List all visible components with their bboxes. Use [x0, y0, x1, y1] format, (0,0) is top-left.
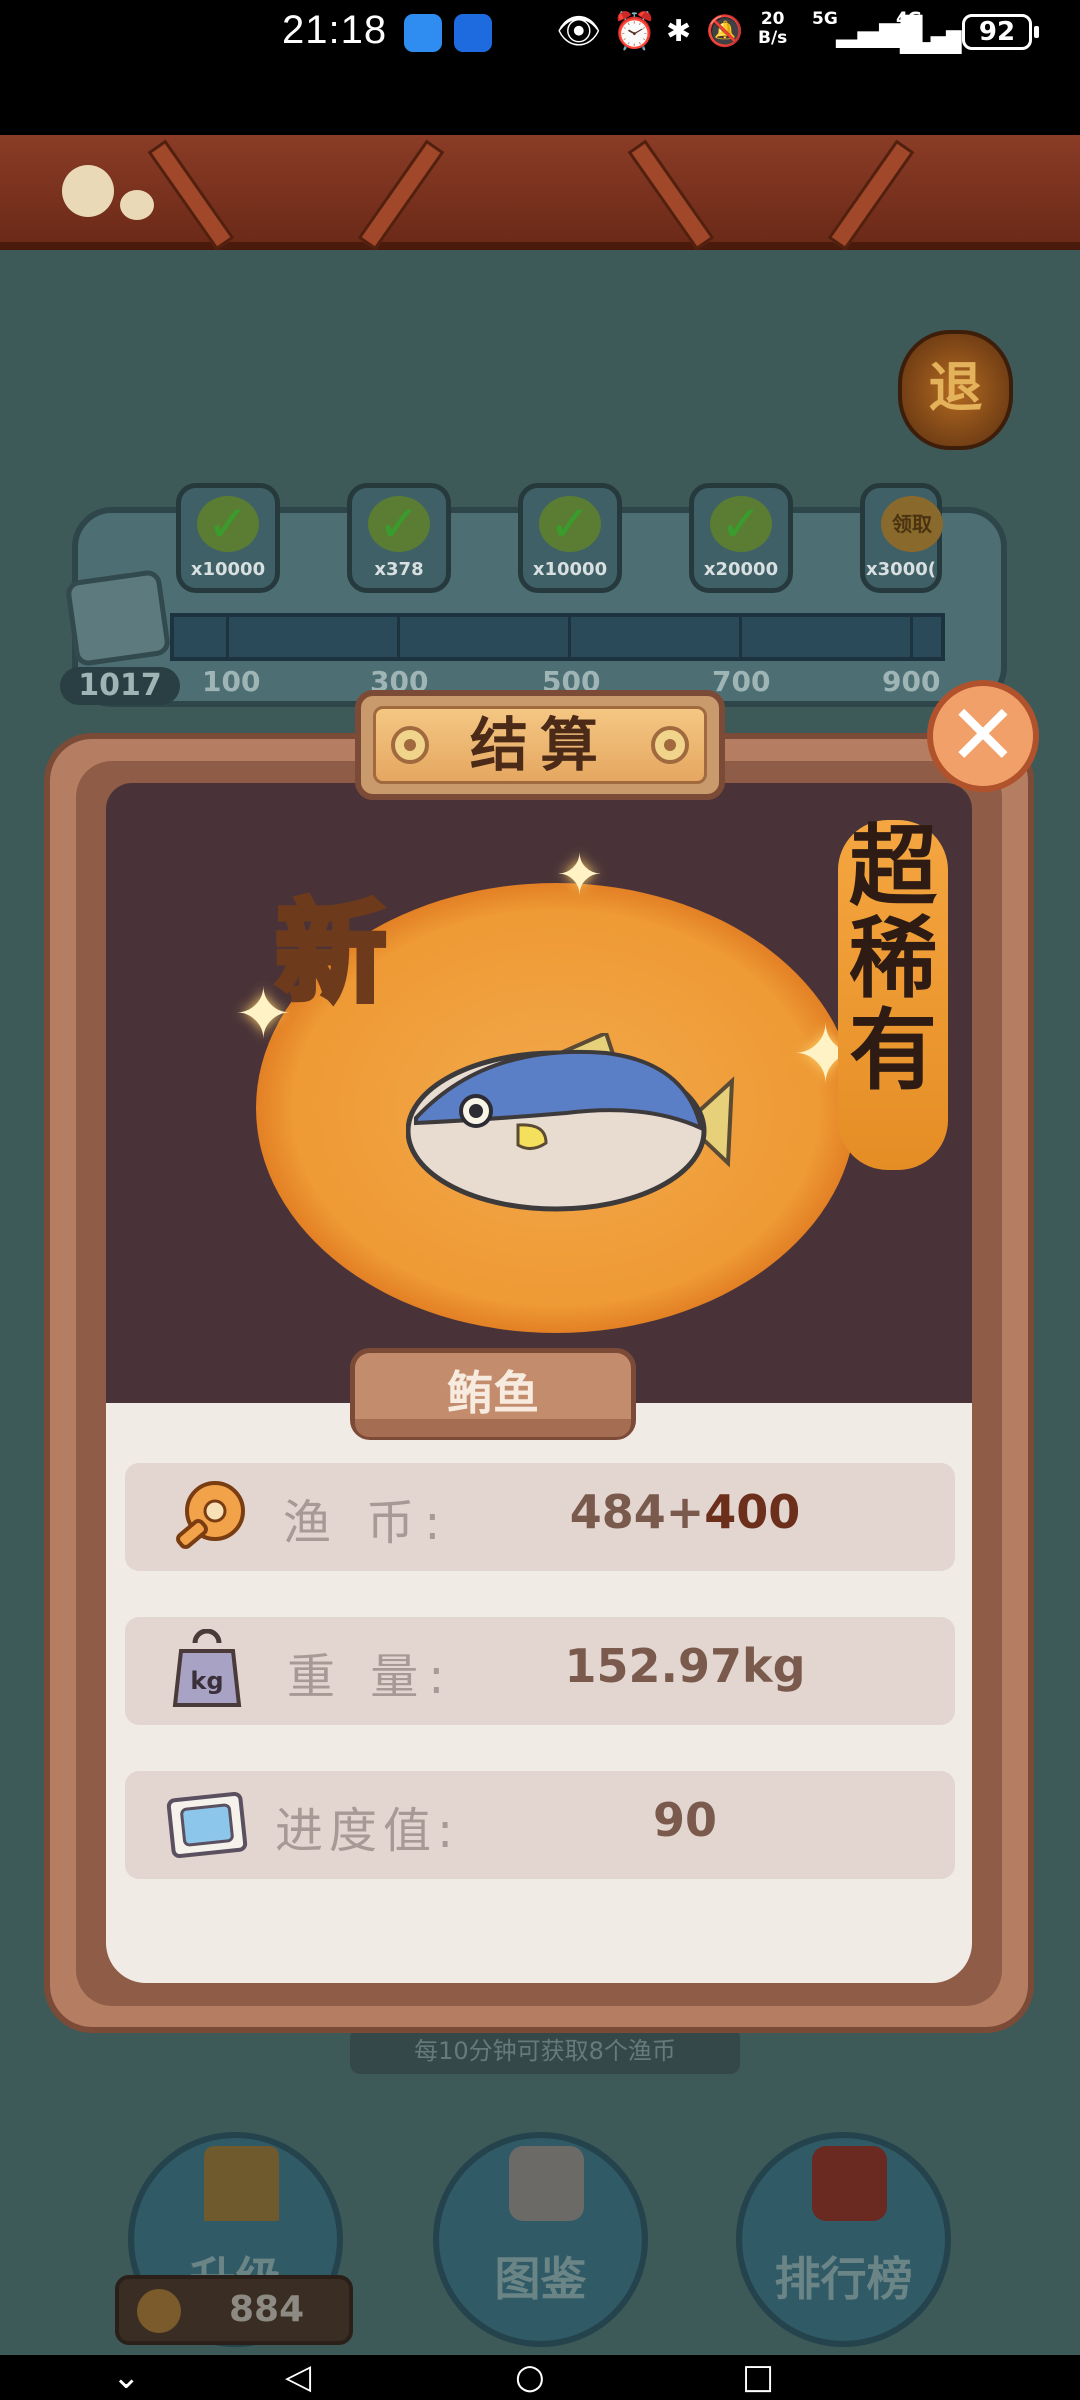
- rarity-char: 超: [848, 814, 937, 918]
- check-icon: ✓: [368, 496, 430, 552]
- claim-badge: 领取: [881, 496, 943, 552]
- alarm-icon: ⏰: [612, 11, 657, 52]
- milestone-label: 700: [712, 665, 771, 698]
- eye-icon: 👁: [556, 11, 602, 52]
- status-bar: 21:18 👁 ⏰ ✱ 🔕 20 B/s 5G ▂▄▆█ 4G ▂▄▆█ 92: [0, 0, 1080, 135]
- signal-4g-icon: ▂▄▆█: [900, 30, 962, 54]
- messages-app-icon: [404, 14, 442, 52]
- battery-indicator: 92: [962, 14, 1039, 50]
- coin-icon: [137, 2289, 181, 2333]
- home-icon[interactable]: ○: [515, 2355, 545, 2400]
- progress-card-icon: [64, 568, 172, 668]
- reward-label: x378: [374, 559, 424, 580]
- browser-app-icon: [454, 14, 492, 52]
- mute-icon: 🔕: [706, 14, 744, 49]
- weight-label: 重 量:: [287, 1649, 455, 1705]
- beam-brace: [827, 139, 915, 251]
- fish-name: 鲔鱼: [447, 1366, 539, 1420]
- check-icon: ✓: [197, 496, 259, 552]
- rarity-char: 有: [848, 998, 937, 1102]
- beam-brace: [357, 139, 445, 251]
- reward-item[interactable]: 领取 x3000(: [860, 483, 943, 593]
- milestone-label: 100: [202, 665, 261, 698]
- close-icon: ✕: [947, 686, 1019, 784]
- status-time: 21:18: [282, 8, 388, 52]
- coins-bonus: 400: [704, 1485, 801, 1539]
- reward-label: x3000(: [866, 559, 936, 580]
- milestone-label: 900: [882, 665, 941, 698]
- catalog-button[interactable]: 图鉴: [433, 2132, 648, 2347]
- coins-label: 渔 币:: [283, 1495, 451, 1551]
- progress-bar: [170, 613, 945, 661]
- back-icon[interactable]: ◁: [285, 2355, 311, 2400]
- check-icon: ✓: [710, 496, 772, 552]
- stat-progress-row: 进度值: 90: [125, 1771, 955, 1879]
- collapse-icon[interactable]: ⌄: [112, 2355, 141, 2400]
- fish-name-plate: 鲔鱼: [350, 1348, 636, 1440]
- beam-brace: [147, 139, 235, 251]
- bluetooth-icon: ✱: [666, 14, 692, 49]
- reward-label: x10000: [190, 559, 266, 580]
- reward-item[interactable]: ✓ x10000: [176, 483, 280, 593]
- navigation-bar: ⌄ ◁ ○ □: [0, 2355, 1080, 2400]
- progress-tick: [568, 613, 571, 661]
- chick-decoration: [62, 165, 114, 217]
- coin-hint: 每10分钟可获取8个渔币: [350, 2028, 740, 2074]
- weight-value: 152.97kg: [564, 1639, 806, 1693]
- progress-tick: [397, 613, 400, 661]
- progress-tick: [226, 613, 229, 661]
- catalog-icon: [509, 2146, 584, 2221]
- rarity-char: 稀: [848, 906, 937, 1010]
- arrow-up-icon: [204, 2146, 279, 2221]
- reward-label: x10000: [532, 559, 608, 580]
- dialog-title-plate: 结算: [355, 690, 725, 800]
- weight-icon: kg: [172, 1629, 242, 1707]
- net-speed: 20 B/s: [758, 9, 788, 48]
- progress-card-icon: [166, 1791, 248, 1859]
- svg-text:kg: kg: [190, 1667, 223, 1695]
- sparkle-icon: ✦: [556, 843, 603, 908]
- leaderboard-icon: [812, 2146, 887, 2221]
- leaderboard-button[interactable]: 排行榜: [736, 2132, 951, 2347]
- new-badge: 新: [273, 885, 389, 1020]
- reward-item[interactable]: ✓ x378: [347, 483, 451, 593]
- network-5g: 5G: [812, 9, 838, 29]
- ornament-icon: [391, 726, 429, 764]
- stat-weight-row: kg 重 量: 152.97kg: [125, 1617, 955, 1725]
- progress-tick: [910, 613, 913, 661]
- close-button[interactable]: ✕: [927, 680, 1039, 792]
- wooden-beam: [0, 135, 1080, 251]
- progress-tick: [739, 613, 742, 661]
- beam-brace: [627, 139, 715, 251]
- reward-label: x20000: [703, 559, 779, 580]
- progress-label: 进度值:: [275, 1803, 460, 1859]
- tuna-fish-image: [406, 1033, 735, 1212]
- recents-icon[interactable]: □: [742, 2355, 774, 2400]
- progress-count: 1017: [60, 667, 180, 705]
- reward-item[interactable]: ✓ x10000: [518, 483, 622, 593]
- chick-decoration: [120, 190, 154, 220]
- coin-key-icon: [176, 1481, 245, 1549]
- ornament-icon: [651, 726, 689, 764]
- coin-balance: 884: [115, 2275, 353, 2345]
- exit-button[interactable]: 退: [898, 330, 1013, 450]
- progress-value: 90: [652, 1793, 717, 1847]
- check-icon: ✓: [539, 496, 601, 552]
- reward-item[interactable]: ✓ x20000: [689, 483, 793, 593]
- coins-value: 484+400: [569, 1485, 801, 1539]
- rarity-badge: 超 稀 有: [838, 820, 948, 1170]
- stat-coins-row: 渔 币: 484+400: [125, 1463, 955, 1571]
